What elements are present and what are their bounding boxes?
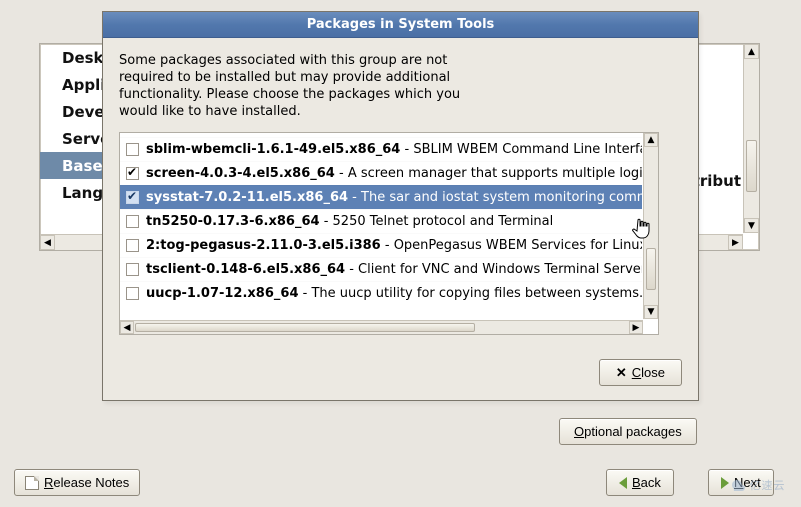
- optional-packages-button[interactable]: Optional packages: [559, 418, 697, 445]
- scrollbar-thumb[interactable]: [746, 140, 757, 192]
- package-description: The uucp utility for copying files betwe…: [311, 286, 642, 301]
- package-description: OpenPegasus WBEM Services for Linux: [394, 238, 642, 253]
- package-checkbox[interactable]: [126, 263, 139, 276]
- package-row[interactable]: tsclient-0.148-6.el5.x86_64 - Client for…: [120, 257, 642, 281]
- package-scrollbar-horizontal[interactable]: ◀ ▶: [120, 320, 643, 334]
- package-checkbox[interactable]: [126, 143, 139, 156]
- package-description: A screen manager that supports multiple …: [348, 166, 642, 181]
- package-checkbox[interactable]: [126, 215, 139, 228]
- optional-packages-label: Optional packages: [574, 424, 682, 439]
- package-checkbox[interactable]: [126, 287, 139, 300]
- back-label: Back: [632, 475, 661, 490]
- package-description: The sar and iostat system monitoring com…: [361, 190, 642, 205]
- package-name: tn5250-0.17.3-6.x86_64: [146, 214, 320, 229]
- package-label: tsclient-0.148-6.el5.x86_64 - Client for…: [146, 262, 642, 277]
- close-label: Close: [632, 365, 665, 380]
- packages-dialog: Packages in System Tools Some packages a…: [102, 11, 699, 401]
- back-button[interactable]: Back: [606, 469, 674, 496]
- package-label: uucp-1.07-12.x86_64 - The uucp utility f…: [146, 286, 642, 301]
- dialog-description: Some packages associated with this group…: [119, 52, 479, 120]
- package-row[interactable]: 2:tog-pegasus-2.11.0-3.el5.i386 - OpenPe…: [120, 233, 642, 257]
- package-row[interactable]: tn5250-0.17.3-6.x86_64 - 5250 Telnet pro…: [120, 209, 642, 233]
- package-label: screen-4.0.3-4.el5.x86_64 - A screen man…: [146, 166, 642, 181]
- package-name: screen-4.0.3-4.el5.x86_64: [146, 166, 335, 181]
- package-description: 5250 Telnet protocol and Terminal: [333, 214, 554, 229]
- scroll-down-icon[interactable]: ▼: [744, 218, 759, 233]
- package-row[interactable]: sysstat-7.0.2-11.el5.x86_64 - The sar an…: [120, 185, 642, 209]
- package-name: sysstat-7.0.2-11.el5.x86_64: [146, 190, 348, 205]
- close-icon: ✕: [616, 367, 627, 379]
- scroll-down-icon[interactable]: ▼: [644, 305, 658, 319]
- package-label: sblim-wbemcli-1.6.1-49.el5.x86_64 - SBLI…: [146, 142, 642, 157]
- dialog-title: Packages in System Tools: [103, 12, 698, 38]
- package-name: sblim-wbemcli-1.6.1-49.el5.x86_64: [146, 142, 400, 157]
- scroll-up-icon[interactable]: ▲: [744, 44, 759, 59]
- package-checkbox[interactable]: [126, 191, 139, 204]
- scrollbar-thumb[interactable]: [646, 248, 656, 290]
- package-name: 2:tog-pegasus-2.11.0-3.el5.i386: [146, 238, 381, 253]
- release-notes-button[interactable]: Release Notes: [14, 469, 140, 496]
- scroll-right-icon[interactable]: ▶: [728, 235, 743, 250]
- package-name: tsclient-0.148-6.el5.x86_64: [146, 262, 345, 277]
- package-checkbox[interactable]: [126, 239, 139, 252]
- watermark-logo: 亿速云: [719, 471, 795, 499]
- package-scrollbar-vertical[interactable]: ▲ ▼: [643, 133, 658, 319]
- document-icon: [25, 476, 39, 490]
- package-description: Client for VNC and Windows Terminal Serv…: [358, 262, 642, 277]
- package-label: sysstat-7.0.2-11.el5.x86_64 - The sar an…: [146, 190, 642, 205]
- scroll-right-icon[interactable]: ▶: [629, 321, 643, 334]
- package-row[interactable]: screen-4.0.3-4.el5.x86_64 - A screen man…: [120, 161, 642, 185]
- arrow-left-icon: [619, 477, 627, 489]
- package-list[interactable]: sblim-gather-2.2.3-49.el5.i386 - SBLIM G…: [120, 133, 642, 319]
- package-description: SBLIM WBEM Command Line Interface: [413, 142, 642, 157]
- package-row[interactable]: sblim-wbemcli-1.6.1-49.el5.x86_64 - SBLI…: [120, 137, 642, 161]
- category-scrollbar-vertical[interactable]: ▲ ▼: [743, 44, 759, 233]
- scroll-left-icon[interactable]: ◀: [120, 321, 134, 334]
- scroll-left-icon[interactable]: ◀: [40, 235, 55, 250]
- package-label: 2:tog-pegasus-2.11.0-3.el5.i386 - OpenPe…: [146, 238, 642, 253]
- package-checkbox[interactable]: [126, 167, 139, 180]
- group-label-partial: tribut: [693, 172, 741, 190]
- package-row[interactable]: uucp-1.07-12.x86_64 - The uucp utility f…: [120, 281, 642, 305]
- scrollbar-thumb[interactable]: [135, 323, 475, 332]
- package-list-box: sblim-gather-2.2.3-49.el5.i386 - SBLIM G…: [119, 132, 659, 335]
- scroll-up-icon[interactable]: ▲: [644, 133, 658, 147]
- package-name: uucp-1.07-12.x86_64: [146, 286, 298, 301]
- close-button[interactable]: ✕ Close: [599, 359, 682, 386]
- release-notes-label: Release Notes: [44, 475, 129, 490]
- package-label: tn5250-0.17.3-6.x86_64 - 5250 Telnet pro…: [146, 214, 553, 229]
